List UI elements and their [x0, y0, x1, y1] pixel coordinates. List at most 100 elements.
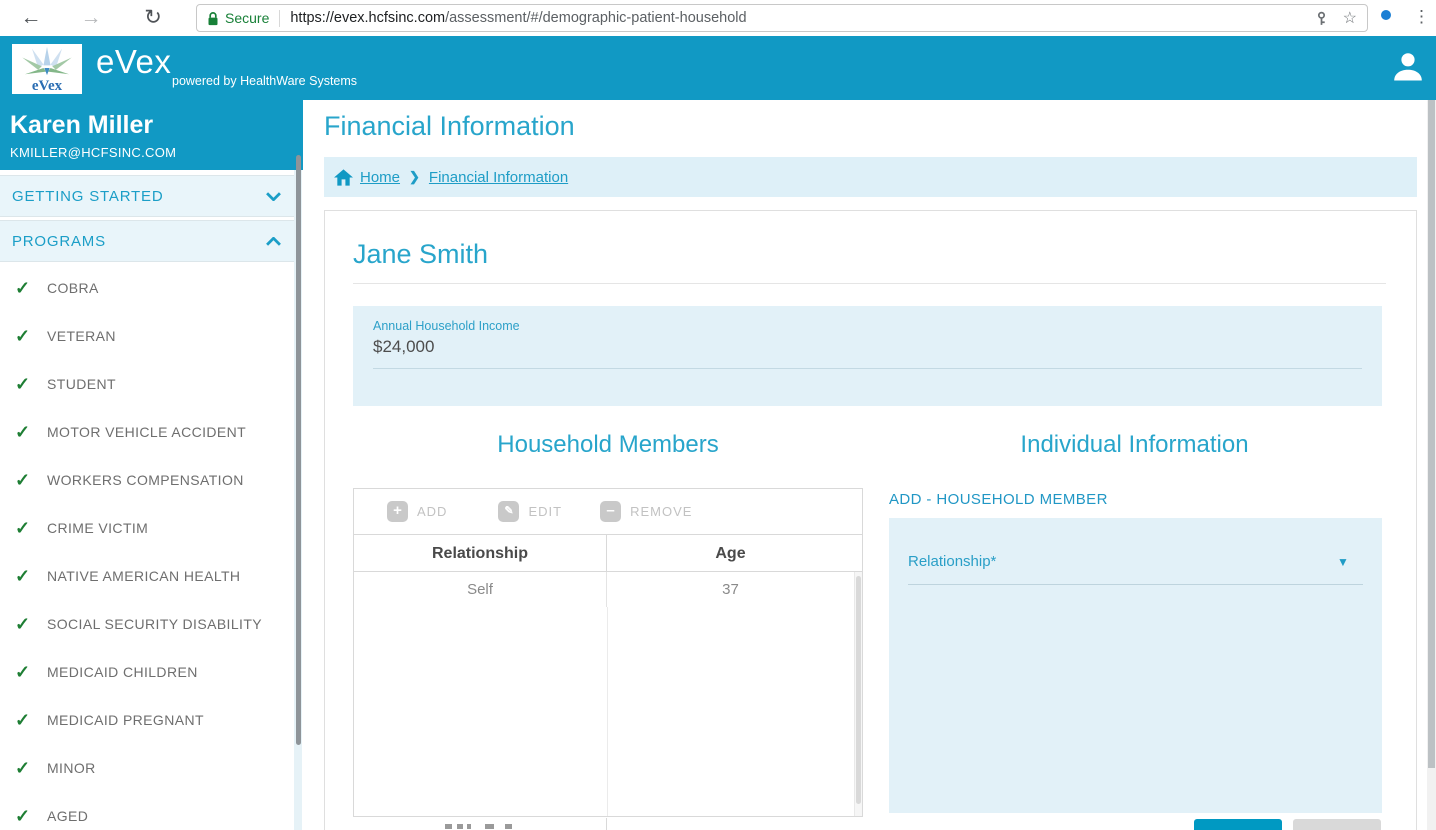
browser-window: ← → ↻ Secure https://evex.hcfsinc.com/as…: [0, 0, 1436, 830]
logo-wordmark: eVex: [12, 79, 82, 93]
check-icon: ✓: [15, 518, 47, 539]
sidebar-item-cobra[interactable]: ✓COBRA: [0, 264, 297, 312]
financial-information-card: Jane Smith Annual Household Income $24,0…: [324, 210, 1417, 830]
app-header: eVex eVex powered by HealthWare Systems: [0, 36, 1436, 100]
check-icon: ✓: [15, 758, 47, 779]
page-title: Financial Information: [324, 111, 575, 142]
password-key-icon[interactable]: [1314, 11, 1329, 26]
column-divider: [607, 607, 608, 816]
user-info-block: Karen Miller KMILLER@HCFSINC.COM: [0, 100, 303, 170]
sidebar-item-crime-victim[interactable]: ✓CRIME VICTIM: [0, 504, 297, 552]
back-button[interactable]: ←: [16, 3, 46, 33]
chevron-down-icon: [266, 192, 281, 201]
user-name: Karen Miller: [10, 111, 153, 140]
secondary-action-button[interactable]: [1293, 819, 1381, 830]
dropdown-arrow-icon: ▼: [1337, 555, 1349, 569]
check-icon: ✓: [15, 374, 47, 395]
breadcrumb-home-link[interactable]: Home: [360, 169, 400, 186]
minus-icon: –: [600, 501, 621, 522]
annual-income-input[interactable]: $24,000: [373, 337, 434, 357]
input-underline: [908, 584, 1363, 585]
pencil-icon: ✎: [498, 501, 519, 522]
grid-header-row: Relationship Age: [354, 535, 862, 572]
sidebar-item-student[interactable]: ✓STUDENT: [0, 360, 297, 408]
check-icon: ✓: [15, 422, 47, 443]
clipped-next-section: [353, 818, 863, 830]
cell-relationship: Self: [354, 572, 607, 607]
refresh-button[interactable]: ↻: [138, 3, 168, 33]
sidebar-item-veteran[interactable]: ✓VETERAN: [0, 312, 297, 360]
column-header-age[interactable]: Age: [607, 535, 854, 571]
sidebar-item-minor[interactable]: ✓MINOR: [0, 744, 297, 792]
check-icon: ✓: [15, 662, 47, 683]
chevron-up-icon: [266, 237, 281, 246]
sidebar-item-native-american-health[interactable]: ✓NATIVE AMERICAN HEALTH: [0, 552, 297, 600]
annual-income-label: Annual Household Income: [373, 319, 520, 333]
address-bar[interactable]: Secure https://evex.hcfsinc.com/assessme…: [196, 4, 1368, 32]
plus-icon: +: [387, 501, 408, 522]
income-panel: Annual Household Income $24,000: [353, 306, 1382, 406]
brand-tagline: powered by HealthWare Systems: [172, 74, 357, 88]
patient-name: Jane Smith: [353, 239, 488, 270]
relationship-label: Relationship*: [908, 553, 996, 570]
sidebar-section-programs[interactable]: PROGRAMS: [0, 220, 297, 262]
edit-button[interactable]: ✎ EDIT: [498, 501, 562, 522]
check-icon: ✓: [15, 278, 47, 299]
add-button[interactable]: + ADD: [387, 501, 447, 522]
forward-button[interactable]: →: [76, 3, 106, 33]
lock-icon: [207, 11, 219, 26]
relationship-dropdown[interactable]: Relationship* ▼: [889, 518, 1382, 588]
clipped-text-fragment: [485, 824, 494, 829]
household-members-title: Household Members: [353, 431, 863, 459]
individual-information-title: Individual Information: [887, 431, 1382, 459]
primary-action-button[interactable]: [1194, 819, 1282, 830]
browser-toolbar: ← → ↻ Secure https://evex.hcfsinc.com/as…: [0, 0, 1436, 36]
url-text: https://evex.hcfsinc.com/assessment/#/de…: [290, 10, 746, 26]
grid-scrollbar-track[interactable]: [854, 572, 862, 816]
sidebar-item-medicaid-pregnant[interactable]: ✓MEDICAID PREGNANT: [0, 696, 297, 744]
sidebar-scrollbar-thumb[interactable]: [296, 155, 301, 745]
divider: [353, 283, 1386, 284]
clipped-text-fragment: [467, 824, 471, 829]
home-icon[interactable]: [334, 169, 353, 186]
sidebar-item-workers-compensation[interactable]: ✓WORKERS COMPENSATION: [0, 456, 297, 504]
evex-logo: eVex: [12, 44, 82, 94]
sidebar-item-motor-vehicle-accident[interactable]: ✓MOTOR VEHICLE ACCIDENT: [0, 408, 297, 456]
sidebar: Karen Miller KMILLER@HCFSINC.COM GETTING…: [0, 100, 303, 830]
extension-icon[interactable]: [1381, 10, 1391, 20]
check-icon: ✓: [15, 326, 47, 347]
check-icon: ✓: [15, 806, 47, 827]
table-row[interactable]: Self 37: [354, 572, 862, 607]
secure-label: Secure: [225, 10, 269, 26]
page-scrollbar-thumb[interactable]: [1428, 100, 1435, 768]
brand-name: eVex: [96, 43, 171, 81]
starburst-logo-icon: [19, 46, 75, 76]
program-list: ✓COBRA ✓VETERAN ✓STUDENT ✓MOTOR VEHICLE …: [0, 264, 297, 830]
user-email: KMILLER@HCFSINC.COM: [10, 145, 176, 160]
breadcrumb: Home ❯ Financial Information: [324, 157, 1417, 197]
cell-age: 37: [607, 572, 854, 607]
sidebar-item-social-security-disability[interactable]: ✓SOCIAL SECURITY DISABILITY: [0, 600, 297, 648]
clipped-text-fragment: [457, 824, 463, 829]
column-header-relationship[interactable]: Relationship: [354, 535, 607, 571]
sidebar-item-medicaid-children[interactable]: ✓MEDICAID CHILDREN: [0, 648, 297, 696]
check-icon: ✓: [15, 470, 47, 491]
address-separator: [279, 10, 280, 27]
clipped-text-fragment: [505, 824, 512, 829]
clipped-text-fragment: [445, 824, 452, 829]
sidebar-item-aged[interactable]: ✓AGED: [0, 792, 297, 830]
check-icon: ✓: [15, 614, 47, 635]
remove-button[interactable]: – REMOVE: [600, 501, 692, 522]
browser-menu-icon[interactable]: ⋮: [1413, 7, 1429, 27]
check-icon: ✓: [15, 710, 47, 731]
user-profile-icon[interactable]: [1390, 49, 1426, 85]
bookmark-star-icon[interactable]: ☆: [1343, 8, 1357, 28]
grid-scrollbar-thumb[interactable]: [856, 576, 861, 804]
check-icon: ✓: [15, 566, 47, 587]
column-divider: [606, 818, 607, 830]
breadcrumb-chevron-icon: ❯: [409, 169, 420, 185]
individual-information-panel: Relationship* ▼: [889, 518, 1382, 813]
sidebar-section-getting-started[interactable]: GETTING STARTED: [0, 175, 297, 217]
household-members-grid: + ADD ✎ EDIT – REMOVE Relationship Age S…: [353, 488, 863, 817]
breadcrumb-current-link[interactable]: Financial Information: [429, 169, 568, 186]
